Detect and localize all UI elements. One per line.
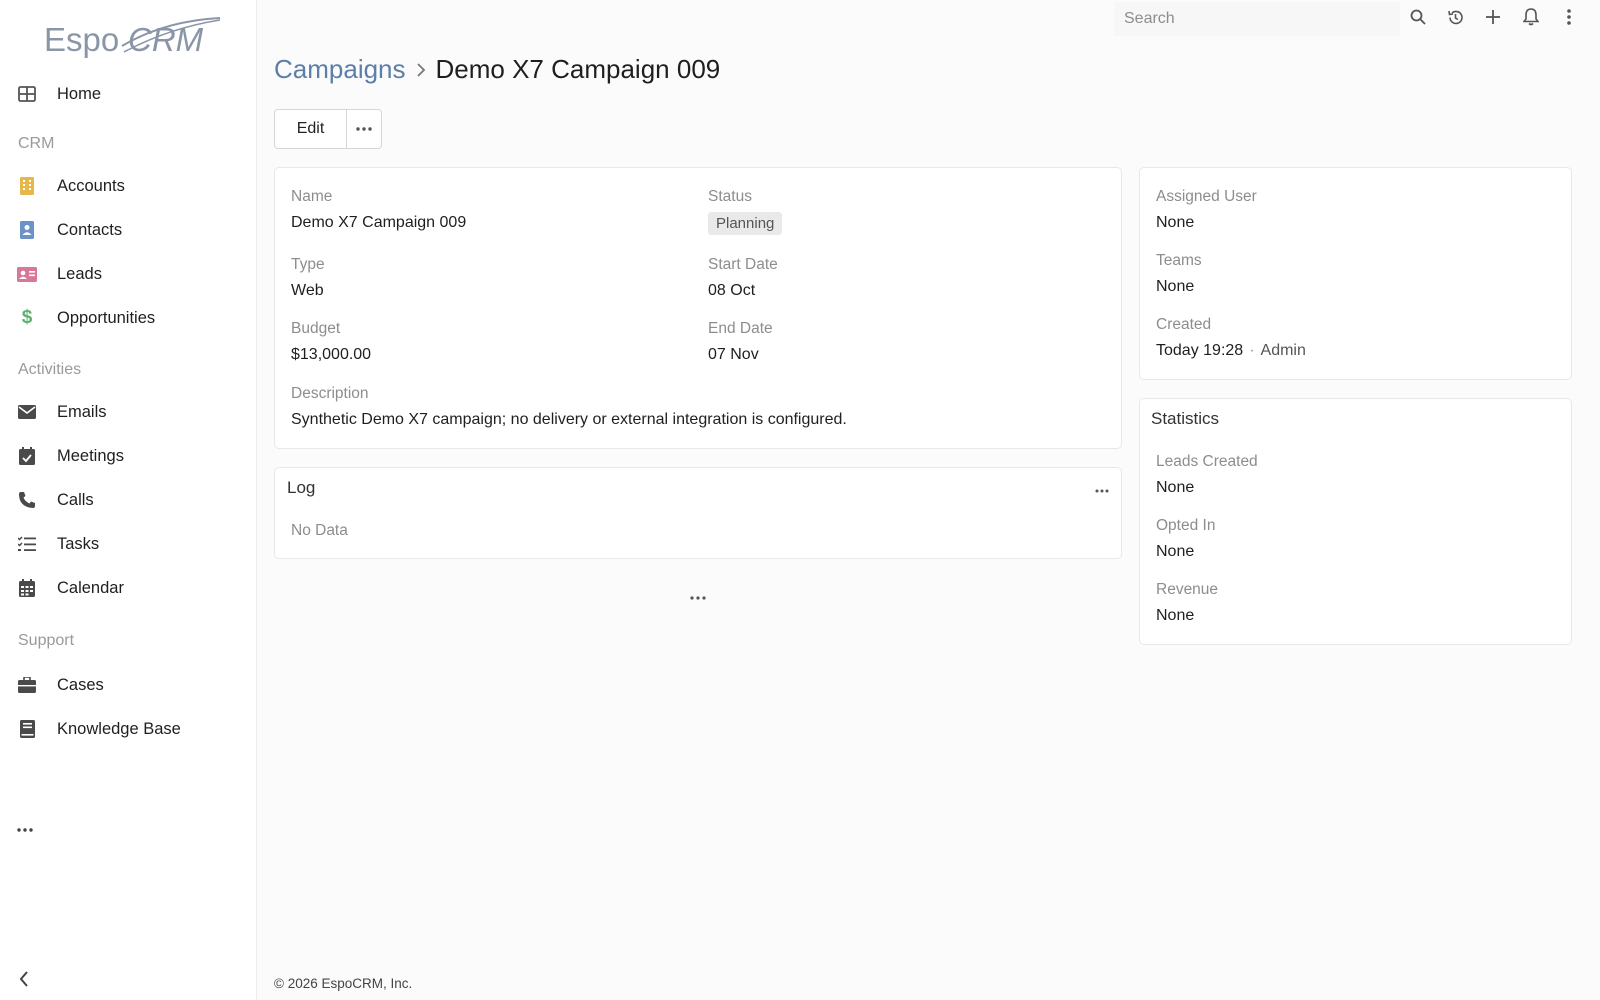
show-more-panels-icon[interactable] [690,587,708,600]
search-input[interactable] [1114,2,1400,36]
collapse-sidebar-icon[interactable] [18,970,34,990]
envelope-icon [17,402,37,422]
sidebar-item-label: Tasks [57,535,100,553]
more-menu-icon[interactable] [17,816,37,832]
sidebar-item-calls[interactable]: Calls [0,480,256,520]
dollar-icon: $ [21,307,33,328]
created-label: Created [1156,316,1212,333]
sidebar-item-label: Cases [57,676,104,694]
statistics-panel: Statistics Leads Created None Opted In N… [1139,398,1572,645]
side-panel: Assigned User None Teams None Created To… [1139,167,1572,380]
sidebar-item-calendar[interactable]: Calendar [0,568,256,608]
log-title: Log [287,478,316,497]
sidebar: Espo CRM Home CRM Accounts Contacts Lead… [0,0,257,1000]
start-date-value: 08 Oct [708,282,756,299]
espocrm-logo[interactable]: Espo CRM [44,16,224,60]
phone-icon [17,490,37,510]
contact-card-icon [17,220,37,240]
kebab-menu-icon[interactable] [1558,6,1580,28]
svg-text:Espo: Espo [44,21,119,58]
calendar-icon [17,578,37,598]
sidebar-item-knowledge-base[interactable]: Knowledge Base [0,709,256,749]
type-value: Web [291,282,324,299]
more-icon [356,127,372,131]
created-value: Today 19:28 · Admin [1156,342,1306,360]
breadcrumb-campaigns-link[interactable]: Campaigns [274,54,406,85]
leads-created-label: Leads Created [1156,453,1258,470]
sidebar-item-label: Calendar [57,579,124,597]
name-value: Demo X7 Campaign 009 [291,214,467,231]
teams-value: None [1156,278,1195,295]
history-icon[interactable] [1444,6,1466,28]
assigned-user-value: None [1156,214,1195,231]
separator: · [1249,342,1255,359]
breadcrumb: Campaigns Demo X7 Campaign 009 [274,54,720,85]
chevron-right-icon [416,62,426,78]
log-panel: Log No Data [274,467,1122,559]
leads-created-value: None [1156,479,1195,496]
sidebar-item-label: Home [57,85,102,103]
opted-in-value: None [1156,543,1195,560]
description-value: Synthetic Demo X7 campaign; no delivery … [291,411,847,428]
sidebar-item-emails[interactable]: Emails [0,392,256,432]
created-datetime: Today 19:28 [1156,342,1244,359]
budget-label: Budget [291,320,341,337]
name-label: Name [291,188,333,205]
search-icon[interactable] [1407,6,1429,28]
statistics-title: Statistics [1151,409,1220,428]
created-by-link[interactable]: Admin [1261,342,1306,359]
sidebar-item-cases[interactable]: Cases [0,665,256,705]
sidebar-item-home[interactable]: Home [0,74,256,114]
description-label: Description [291,385,369,402]
revenue-value: None [1156,607,1195,624]
book-icon [17,719,37,739]
briefcase-icon [17,675,37,695]
bell-icon[interactable] [1520,6,1542,28]
nav-group-crm: CRM [18,135,55,152]
type-label: Type [291,256,325,273]
sidebar-item-label: Calls [57,491,94,509]
revenue-label: Revenue [1156,581,1219,598]
list-check-icon [17,534,37,554]
sidebar-item-label: Leads [57,265,102,283]
sidebar-item-accounts[interactable]: Accounts [0,166,256,206]
nav-group-support: Support [18,632,75,649]
sidebar-item-label: Contacts [57,221,123,239]
budget-value: $13,000.00 [291,346,372,363]
building-icon [17,176,37,196]
sidebar-item-tasks[interactable]: Tasks [0,524,256,564]
assigned-user-label: Assigned User [1156,188,1257,205]
sidebar-item-contacts[interactable]: Contacts [0,210,256,250]
edit-button[interactable]: Edit [275,110,347,148]
sidebar-item-label: Knowledge Base [57,720,181,738]
sidebar-item-opportunities[interactable]: $ Opportunities [0,298,256,338]
sidebar-item-label: Accounts [57,177,125,195]
sidebar-item-label: Emails [57,403,107,421]
details-panel: Name Demo X7 Campaign 009 Status Plannin… [274,167,1122,449]
log-menu-icon[interactable] [1095,480,1115,494]
teams-label: Teams [1156,252,1202,269]
record-action-buttons: Edit [274,109,382,149]
plus-icon[interactable] [1482,6,1504,28]
sidebar-item-label: Meetings [57,447,124,465]
status-badge: Planning [708,212,783,235]
log-empty-text: No Data [291,522,348,539]
sidebar-item-leads[interactable]: Leads [0,254,256,294]
end-date-value: 07 Nov [708,346,759,363]
nav-group-activities: Activities [18,361,82,378]
status-label: Status [708,188,752,205]
footer-copyright: © 2026 EspoCRM, Inc. [274,976,413,991]
start-date-label: Start Date [708,256,778,273]
sidebar-item-label: Opportunities [57,309,156,327]
calendar-check-icon [17,446,37,466]
opted-in-label: Opted In [1156,517,1216,534]
page-title: Demo X7 Campaign 009 [435,54,721,84]
more-actions-button[interactable] [347,110,381,148]
global-search [1114,2,1400,36]
grid-icon [17,84,37,104]
sidebar-item-meetings[interactable]: Meetings [0,436,256,476]
id-card-icon [17,264,37,284]
end-date-label: End Date [708,320,773,337]
